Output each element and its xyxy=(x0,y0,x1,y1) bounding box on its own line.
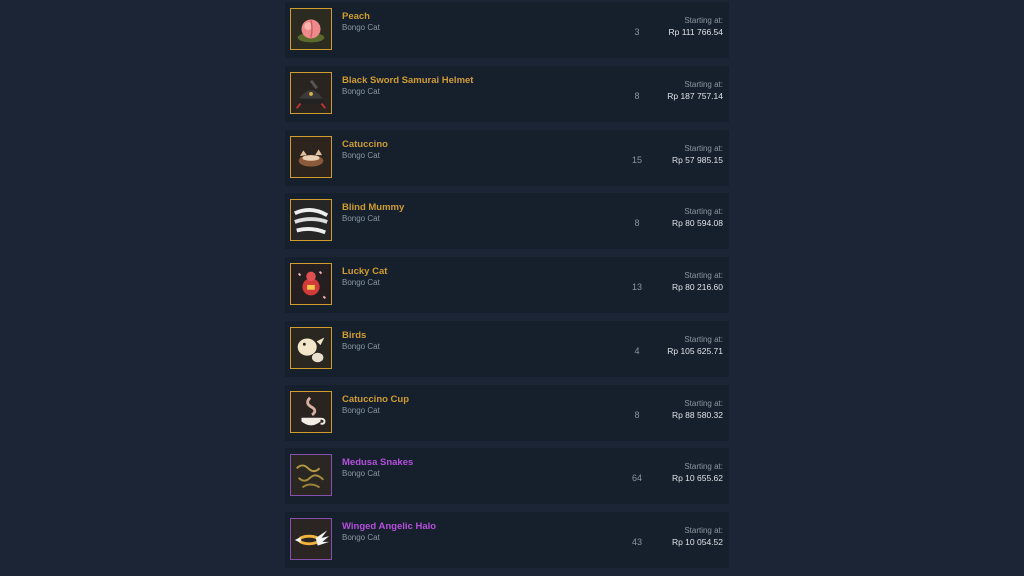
price: Rp 57 985.15 xyxy=(671,154,723,165)
winged-halo-icon[interactable] xyxy=(290,518,332,560)
price-label: Starting at: xyxy=(684,271,723,280)
samurai-helmet-icon[interactable] xyxy=(290,71,332,114)
game-name: Bongo Cat xyxy=(342,533,380,542)
price-label: Starting at: xyxy=(684,526,723,535)
game-name: Bongo Cat xyxy=(342,86,380,96)
game-name: Bongo Cat xyxy=(342,150,380,160)
item-name[interactable]: Lucky Cat xyxy=(342,266,387,277)
price: Rp 187 757.14 xyxy=(667,90,723,101)
game-name: Bongo Cat xyxy=(342,469,380,479)
listing-row[interactable]: Catuccino Bongo Cat 15 Starting at: Rp 5… xyxy=(285,129,729,186)
snakes-icon[interactable] xyxy=(290,454,332,497)
price: Rp 10 655.62 xyxy=(671,473,723,484)
price: Rp 10 054.52 xyxy=(671,537,723,547)
price-label: Starting at: xyxy=(684,79,723,89)
item-name[interactable]: Birds xyxy=(342,330,366,341)
item-name[interactable]: Blind Mummy xyxy=(342,202,404,213)
quantity: 8 xyxy=(634,409,640,420)
price: Rp 88 580.32 xyxy=(671,409,723,420)
listing-row[interactable]: Birds Bongo Cat 4 Starting at: Rp 105 62… xyxy=(285,320,729,377)
birds-icon[interactable] xyxy=(290,326,332,369)
peach-icon[interactable] xyxy=(290,8,332,50)
catuccino-icon[interactable] xyxy=(290,135,332,178)
item-name[interactable]: Catuccino Cup xyxy=(342,394,409,405)
lucky-cat-icon[interactable] xyxy=(290,263,332,305)
listing-row[interactable]: Winged Angelic Halo Bongo Cat 43 Startin… xyxy=(285,512,729,568)
game-name: Bongo Cat xyxy=(342,405,380,415)
price-label: Starting at: xyxy=(684,462,723,472)
item-name[interactable]: Medusa Snakes xyxy=(342,457,413,468)
price: Rp 105 625.71 xyxy=(667,345,723,356)
price: Rp 80 594.08 xyxy=(671,218,723,229)
price-label: Starting at: xyxy=(684,143,723,153)
quantity: 4 xyxy=(634,345,640,356)
quantity: 15 xyxy=(631,154,642,165)
quantity: 8 xyxy=(634,218,640,229)
price-label: Starting at: xyxy=(684,16,723,25)
mummy-bandage-icon[interactable] xyxy=(290,199,332,242)
item-name[interactable]: Black Sword Samurai Helmet xyxy=(342,75,473,86)
game-name: Bongo Cat xyxy=(342,278,380,287)
item-name[interactable]: Winged Angelic Halo xyxy=(342,521,436,532)
listing-row[interactable]: Catuccino Cup Bongo Cat 8 Starting at: R… xyxy=(285,384,729,441)
quantity: 3 xyxy=(634,27,640,37)
item-name[interactable]: Peach xyxy=(342,11,370,22)
listing-row[interactable]: Peach Bongo Cat 3 Starting at: Rp 111 76… xyxy=(285,2,729,58)
quantity: 64 xyxy=(631,473,642,484)
quantity: 13 xyxy=(631,282,642,292)
listing-row[interactable]: Lucky Cat Bongo Cat 13 Starting at: Rp 8… xyxy=(285,257,729,313)
price: Rp 111 766.54 xyxy=(668,27,723,37)
price-label: Starting at: xyxy=(684,334,723,344)
listing-row[interactable]: Blind Mummy Bongo Cat 8 Starting at: Rp … xyxy=(285,193,729,250)
quantity: 8 xyxy=(634,90,640,101)
game-name: Bongo Cat xyxy=(342,23,380,32)
listing-row[interactable]: Black Sword Samurai Helmet Bongo Cat 8 S… xyxy=(285,65,729,122)
listing-row[interactable]: Medusa Snakes Bongo Cat 64 Starting at: … xyxy=(285,448,729,505)
price: Rp 80 216.60 xyxy=(671,282,723,292)
price-label: Starting at: xyxy=(684,207,723,217)
price-label: Starting at: xyxy=(684,398,723,408)
item-name[interactable]: Catuccino xyxy=(342,139,388,150)
market-listings: Peach Bongo Cat 3 Starting at: Rp 111 76… xyxy=(285,0,729,576)
quantity: 43 xyxy=(631,537,642,547)
coffee-cup-icon[interactable] xyxy=(290,390,332,433)
game-name: Bongo Cat xyxy=(342,341,380,351)
game-name: Bongo Cat xyxy=(342,214,380,224)
